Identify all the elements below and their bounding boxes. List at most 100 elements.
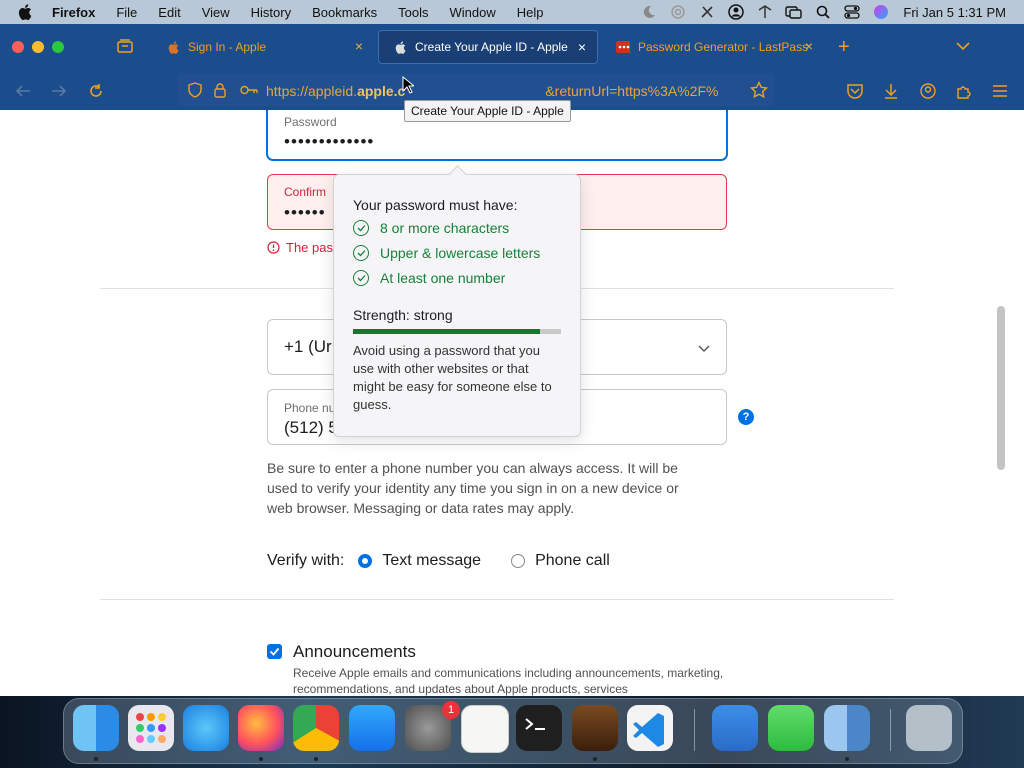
requirement-text: Upper & lowercase letters <box>380 245 541 261</box>
text-message-label[interactable]: Text message <box>382 552 481 570</box>
tab-close-icon[interactable]: × <box>352 39 366 53</box>
phone-label: Phone nu <box>284 401 336 415</box>
tab-sign-in-apple[interactable]: Sign In - Apple × <box>152 30 374 64</box>
page-scrollbar[interactable] <box>997 306 1005 470</box>
tab-close-icon[interactable]: × <box>575 40 589 54</box>
chevron-down-icon <box>698 340 710 358</box>
firefox-view-icon[interactable] <box>116 38 134 59</box>
network-icon[interactable] <box>755 4 775 20</box>
phone-help-icon[interactable]: ? <box>738 409 754 425</box>
key-icon[interactable] <box>240 83 258 102</box>
extensions-icon[interactable] <box>955 82 973 100</box>
minimize-window-button[interactable] <box>32 41 44 53</box>
requirement-text: 8 or more characters <box>380 220 510 236</box>
apple-favicon-icon <box>166 40 180 54</box>
bookmark-star-icon[interactable] <box>749 80 769 104</box>
downloads-icon[interactable] <box>882 82 900 100</box>
menu-view[interactable]: View <box>202 5 230 20</box>
airdrop-icon[interactable] <box>668 4 688 20</box>
list-all-tabs-chevron-icon[interactable] <box>956 38 970 56</box>
weather-icon[interactable] <box>712 705 758 751</box>
finder-icon[interactable] <box>73 705 119 751</box>
tab-title: Sign In - Apple <box>188 40 267 54</box>
text-message-radio[interactable] <box>358 554 373 568</box>
menu-window[interactable]: Window <box>450 5 496 20</box>
messages-icon[interactable] <box>768 705 814 751</box>
app-store-icon[interactable] <box>349 705 395 751</box>
phone-call-radio[interactable] <box>511 554 526 568</box>
menu-edit[interactable]: Edit <box>158 5 180 20</box>
moon-icon[interactable] <box>639 4 659 20</box>
running-indicator <box>259 757 263 761</box>
requirement-item: Upper & lowercase letters <box>353 245 540 261</box>
safari-icon[interactable] <box>183 705 229 751</box>
check-circle-icon <box>353 270 369 286</box>
popover-title: Your password must have: <box>353 197 518 213</box>
control-center-icon[interactable] <box>842 4 862 20</box>
back-arrow-icon[interactable] <box>14 82 32 100</box>
tab-close-icon[interactable]: × <box>802 39 816 53</box>
dock-separator <box>694 709 695 751</box>
verify-with-group: Verify with: Text message Phone call <box>267 552 610 570</box>
spotlight-search-icon[interactable] <box>813 4 833 20</box>
app-menu-firefox[interactable]: Firefox <box>52 5 95 20</box>
account-icon[interactable] <box>919 82 937 100</box>
hamburger-menu-icon[interactable] <box>991 82 1009 100</box>
close-window-button[interactable] <box>12 41 24 53</box>
menu-tools[interactable]: Tools <box>398 5 428 20</box>
requirement-item: 8 or more characters <box>353 220 509 236</box>
user-account-icon[interactable] <box>726 4 746 20</box>
lock-icon[interactable] <box>214 82 226 103</box>
new-tab-button[interactable]: + <box>838 37 850 57</box>
apple-menu-icon[interactable] <box>18 4 36 20</box>
check-circle-icon <box>353 220 369 236</box>
menubar-clock[interactable]: Fri Jan 5 1:31 PM <box>903 5 1006 20</box>
menu-file[interactable]: File <box>116 5 137 20</box>
notification-badge: 1 <box>442 701 460 719</box>
tools-icon[interactable] <box>697 4 717 20</box>
browser-window: Sign In - Apple × Create Your Apple ID -… <box>0 24 1024 696</box>
textedit-icon[interactable] <box>461 705 509 753</box>
siri-icon[interactable] <box>871 4 891 20</box>
vscode-icon[interactable] <box>627 705 673 751</box>
error-icon <box>267 241 280 254</box>
requirement-item: At least one number <box>353 270 505 286</box>
tracking-protection-shield-icon[interactable] <box>188 82 202 103</box>
running-indicator <box>845 757 849 761</box>
phone-value: (512) 5 <box>284 418 338 437</box>
firefox-icon[interactable] <box>238 705 284 751</box>
country-code-value: +1 (Ur <box>284 337 332 356</box>
dock-separator <box>890 709 891 751</box>
garageband-icon[interactable] <box>572 705 618 751</box>
url-prefix: https://appleid. <box>266 83 358 99</box>
verify-label: Verify with: <box>267 552 345 569</box>
tab-create-apple-id[interactable]: Create Your Apple ID - Apple × <box>378 30 598 64</box>
preview-icon[interactable] <box>824 705 870 751</box>
announcements-checkbox[interactable] <box>267 644 282 659</box>
tab-lastpass-generator[interactable]: Password Generator - LastPass × <box>602 30 824 64</box>
reload-icon[interactable] <box>87 82 105 100</box>
zoom-window-button[interactable] <box>52 41 64 53</box>
phone-call-label[interactable]: Phone call <box>535 552 610 570</box>
popover-note: Avoid using a password that you use with… <box>353 343 552 412</box>
launchpad-icon[interactable] <box>128 705 174 751</box>
tab-title: Create Your Apple ID - Apple <box>415 40 568 54</box>
url-text[interactable]: https://appleid.apple.c &returnUrl=https%… <box>266 83 718 99</box>
tab-bar: Sign In - Apple × Create Your Apple ID -… <box>0 24 1024 70</box>
pocket-icon[interactable] <box>846 82 864 100</box>
trash-icon[interactable] <box>906 705 952 751</box>
chrome-icon[interactable] <box>293 705 339 751</box>
password-requirements-popover: Your password must have: 8 or more chara… <box>333 165 581 437</box>
page-content: Password ••••••••••••• Confirm •••••• Th… <box>0 110 1024 696</box>
check-circle-icon <box>353 245 369 261</box>
menu-bookmarks[interactable]: Bookmarks <box>312 5 377 20</box>
screen-mirroring-icon[interactable] <box>784 4 804 20</box>
running-indicator <box>593 757 597 761</box>
announcements-title: Announcements <box>293 642 416 661</box>
terminal-icon[interactable] <box>516 705 562 751</box>
lastpass-favicon-icon <box>616 40 630 54</box>
tab-title: Password Generator - LastPass <box>638 40 809 54</box>
menu-help[interactable]: Help <box>517 5 544 20</box>
forward-arrow-icon[interactable] <box>50 82 68 100</box>
menu-history[interactable]: History <box>251 5 291 20</box>
